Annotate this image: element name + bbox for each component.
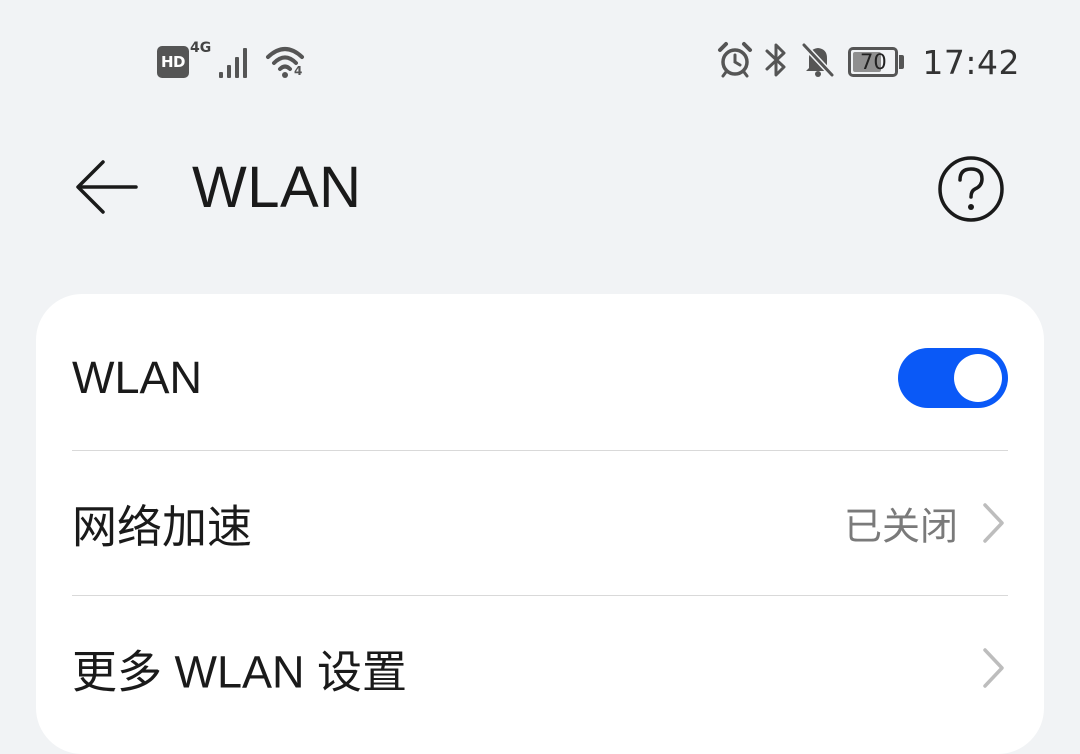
title-bar: WLAN xyxy=(0,130,1080,250)
network-acceleration-label: 网络加速 xyxy=(72,501,253,553)
hd-icon: HD xyxy=(157,46,189,78)
page-title: WLAN xyxy=(192,155,362,220)
wlan-toggle-switch[interactable] xyxy=(898,348,1008,408)
wlan-toggle-row[interactable]: WLAN xyxy=(72,306,1008,450)
more-wlan-settings-row[interactable]: 更多 WLAN 设置 xyxy=(72,596,1008,740)
status-bar: HD 4G 4 70 17:42 xyxy=(0,0,1080,125)
notifications-muted-icon xyxy=(800,41,836,83)
question-mark-circle-icon xyxy=(938,156,1004,222)
toggle-knob xyxy=(954,354,1002,402)
back-button[interactable] xyxy=(72,156,142,218)
battery-icon: 70 xyxy=(848,47,905,77)
settings-card: WLAN 网络加速 已关闭 更多 WLAN 设置 xyxy=(36,294,1044,754)
wlan-toggle-label: WLAN xyxy=(72,352,203,403)
chevron-right-icon xyxy=(983,648,1004,688)
arrow-left-icon xyxy=(76,160,138,214)
wifi-badge: 4 xyxy=(294,64,303,78)
wifi-icon: 4 xyxy=(265,42,309,82)
network-type-label: 4G xyxy=(190,40,212,56)
network-acceleration-status: 已关闭 xyxy=(843,504,958,549)
help-button[interactable] xyxy=(936,154,1006,224)
status-bar-right: 70 17:42 xyxy=(716,40,1020,84)
bluetooth-icon xyxy=(762,40,790,84)
chevron-right-icon xyxy=(983,503,1004,543)
status-bar-left: HD 4G 4 xyxy=(157,40,309,82)
network-acceleration-row[interactable]: 网络加速 已关闭 xyxy=(72,451,1008,595)
hd-label: HD xyxy=(160,53,186,71)
alarm-clock-icon xyxy=(716,41,754,83)
more-wlan-settings-label: 更多 WLAN 设置 xyxy=(72,646,408,698)
status-clock: 17:42 xyxy=(922,42,1020,82)
battery-level: 70 xyxy=(860,50,887,74)
cellular-signal-icon: 4G xyxy=(190,40,257,82)
